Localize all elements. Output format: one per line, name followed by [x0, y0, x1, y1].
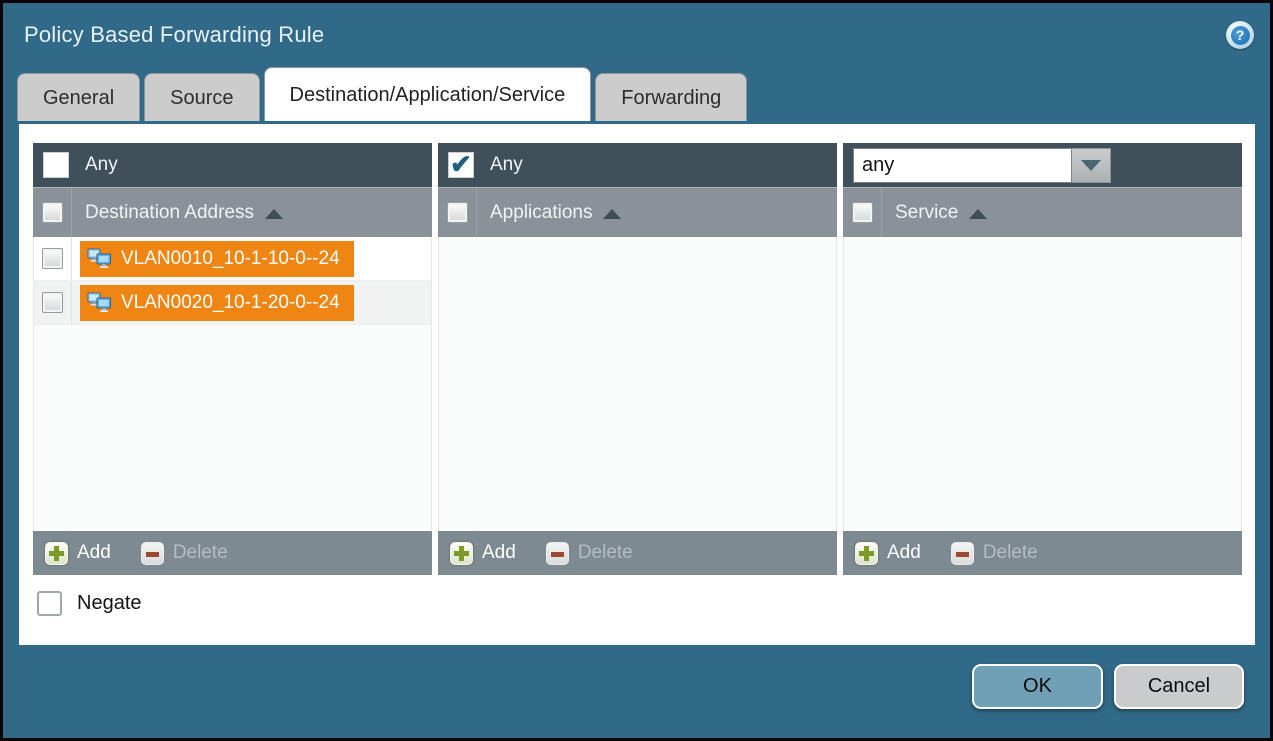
destination-any-label: Any — [85, 154, 118, 176]
destination-column-header: Destination Address — [33, 187, 432, 237]
applications-panel: Any Applications Add — [438, 143, 837, 575]
add-icon — [855, 542, 878, 565]
applications-select-all-checkbox[interactable] — [447, 202, 468, 223]
tab-source[interactable]: Source — [144, 73, 259, 121]
help-icon[interactable]: ? — [1226, 21, 1254, 49]
row-checkbox[interactable] — [42, 248, 63, 269]
destination-any-bar: Any — [33, 143, 432, 187]
address-chip[interactable]: VLAN0010_10-1-10-0--24 — [80, 241, 354, 277]
columns: Any Destination Address — [33, 143, 1242, 575]
destination-toolbar: Add Delete — [33, 531, 432, 575]
applications-add-button[interactable]: Add — [450, 542, 516, 565]
sort-asc-icon — [265, 209, 283, 219]
service-header-label[interactable]: Service — [882, 188, 987, 237]
destination-list-item[interactable]: VLAN0020_10-1-20-0--24 — [34, 281, 431, 325]
ok-button[interactable]: OK — [972, 664, 1103, 709]
applications-column-header: Applications — [438, 187, 837, 237]
destination-select-all-checkbox[interactable] — [42, 202, 63, 223]
sort-asc-icon — [603, 209, 621, 219]
negate-row: Negate — [33, 591, 1242, 616]
destination-address-panel: Any Destination Address — [33, 143, 432, 575]
destination-header-label[interactable]: Destination Address — [72, 188, 283, 237]
service-toolbar: Add Delete — [843, 531, 1242, 575]
destination-delete-button[interactable]: Delete — [141, 542, 228, 565]
add-icon — [450, 542, 473, 565]
tab-destination-application-service[interactable]: Destination/Application/Service — [264, 67, 592, 121]
service-add-button[interactable]: Add — [855, 542, 921, 565]
service-panel: any Service — [843, 143, 1242, 575]
negate-checkbox[interactable] — [37, 591, 62, 616]
sort-asc-icon — [969, 209, 987, 219]
network-address-icon — [87, 292, 112, 313]
destination-list-item[interactable]: VLAN0010_10-1-10-0--24 — [34, 237, 431, 281]
applications-header-label[interactable]: Applications — [477, 188, 621, 237]
tab-content-panel: Any Destination Address — [19, 124, 1255, 645]
address-name: VLAN0020_10-1-20-0--24 — [121, 292, 340, 314]
add-icon — [45, 542, 68, 565]
service-delete-button[interactable]: Delete — [951, 542, 1038, 565]
service-dropdown-bar: any — [843, 143, 1242, 187]
address-chip[interactable]: VLAN0020_10-1-20-0--24 — [80, 285, 354, 321]
service-dropdown-button[interactable] — [1072, 148, 1111, 183]
delete-icon — [546, 542, 569, 565]
service-list — [843, 237, 1242, 531]
policy-based-forwarding-dialog: Policy Based Forwarding Rule ? General S… — [0, 0, 1273, 741]
destination-any-checkbox[interactable] — [43, 152, 69, 178]
chevron-down-icon — [1081, 160, 1101, 171]
applications-list — [438, 237, 837, 531]
row-checkbox[interactable] — [42, 292, 63, 313]
destination-add-button[interactable]: Add — [45, 542, 111, 565]
tab-bar: General Source Destination/Application/S… — [3, 67, 1270, 121]
delete-icon — [141, 542, 164, 565]
negate-label: Negate — [77, 592, 142, 615]
dialog-footer: OK Cancel — [3, 642, 1270, 738]
applications-any-bar: Any — [438, 143, 837, 187]
service-dropdown[interactable]: any — [853, 148, 1111, 183]
destination-list: VLAN0010_10-1-10-0--24 — [33, 237, 432, 531]
address-name: VLAN0010_10-1-10-0--24 — [121, 248, 340, 270]
applications-any-checkbox[interactable] — [448, 152, 474, 178]
delete-icon — [951, 542, 974, 565]
applications-delete-button[interactable]: Delete — [546, 542, 633, 565]
service-select-all-checkbox[interactable] — [852, 202, 873, 223]
service-dropdown-value[interactable]: any — [853, 148, 1072, 183]
cancel-button[interactable]: Cancel — [1114, 664, 1244, 709]
network-address-icon — [87, 248, 112, 269]
service-column-header: Service — [843, 187, 1242, 237]
applications-any-label: Any — [490, 154, 523, 176]
tab-forwarding[interactable]: Forwarding — [595, 73, 747, 121]
applications-toolbar: Add Delete — [438, 531, 837, 575]
tab-general[interactable]: General — [17, 73, 140, 121]
titlebar: Policy Based Forwarding Rule ? — [3, 3, 1270, 67]
page-title: Policy Based Forwarding Rule — [24, 22, 324, 48]
